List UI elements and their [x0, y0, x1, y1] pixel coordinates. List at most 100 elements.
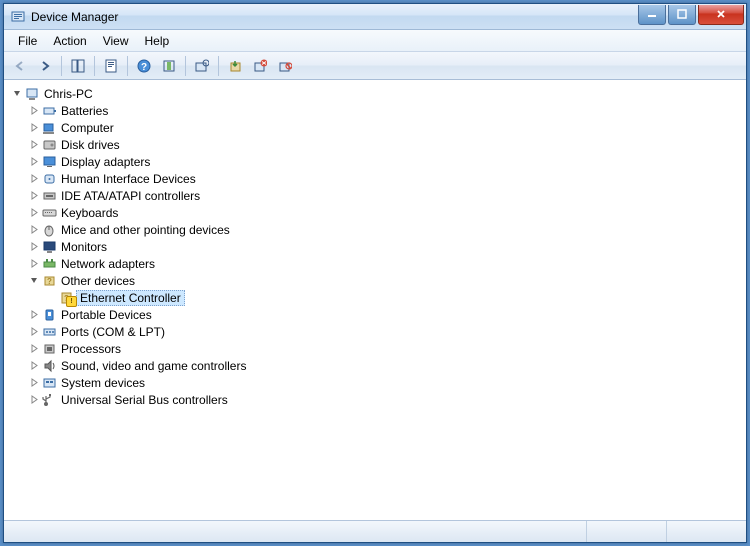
- hid-icon: [41, 171, 59, 187]
- port-icon: [41, 324, 59, 340]
- toolbar-separator: [127, 56, 128, 76]
- tree-root[interactable]: Chris-PC: [6, 85, 744, 102]
- svg-text:?: ?: [141, 62, 147, 73]
- properties-button[interactable]: [99, 54, 123, 78]
- expand-toggle[interactable]: [27, 225, 41, 234]
- network-icon: [41, 256, 59, 272]
- device-tree: Chris-PC Batteries ComputerDisk drives Disp…: [6, 85, 744, 408]
- tree-category[interactable]: Ports (COM & LPT): [6, 323, 744, 340]
- tree-item-label: Display adapters: [59, 155, 152, 169]
- app-icon: [10, 9, 26, 25]
- toolbar-separator: [185, 56, 186, 76]
- maximize-button[interactable]: [668, 5, 696, 25]
- tree-category[interactable]: Monitors: [6, 238, 744, 255]
- forward-button[interactable]: [33, 54, 57, 78]
- toolbar-separator: [94, 56, 95, 76]
- status-cell-2: [666, 521, 746, 542]
- ide-icon: [41, 188, 59, 204]
- usb-icon: [41, 392, 59, 408]
- tree-category[interactable]: Keyboards: [6, 204, 744, 221]
- toolbar-separator: [218, 56, 219, 76]
- tree-category[interactable]: Disk drives: [6, 136, 744, 153]
- expand-toggle[interactable]: [27, 361, 41, 370]
- show-hide-tree-button[interactable]: [66, 54, 90, 78]
- menubar: File Action View Help: [4, 30, 746, 52]
- status-cell-main: [4, 521, 586, 542]
- mouse-icon: [41, 222, 59, 238]
- expand-toggle[interactable]: [27, 106, 41, 115]
- tree-item-label: Processors: [59, 342, 123, 356]
- titlebar[interactable]: Device Manager: [4, 4, 746, 30]
- tree-item-label: IDE ATA/ATAPI controllers: [59, 189, 202, 203]
- tree-item-label: Portable Devices: [59, 308, 154, 322]
- tree-category[interactable]: Computer: [6, 119, 744, 136]
- scan-hardware-button[interactable]: [190, 54, 214, 78]
- display-icon: [41, 154, 59, 170]
- toolbar: ?: [4, 52, 746, 80]
- keyboard-icon: [41, 205, 59, 221]
- expand-toggle[interactable]: [27, 123, 41, 132]
- close-button[interactable]: [698, 5, 744, 25]
- tree-category[interactable]: Human Interface Devices: [6, 170, 744, 187]
- back-button[interactable]: [8, 54, 32, 78]
- disk-icon: [41, 137, 59, 153]
- computer-icon: [41, 120, 59, 136]
- battery-icon: [41, 103, 59, 119]
- expand-toggle[interactable]: [27, 276, 41, 285]
- expand-toggle[interactable]: [27, 327, 41, 336]
- menu-action[interactable]: Action: [45, 32, 94, 50]
- expand-toggle[interactable]: [27, 191, 41, 200]
- expand-toggle[interactable]: [27, 208, 41, 217]
- tree-item-label: Universal Serial Bus controllers: [59, 393, 230, 407]
- expand-toggle[interactable]: [27, 395, 41, 404]
- help-button[interactable]: ?: [132, 54, 156, 78]
- svg-text:?: ?: [64, 294, 69, 303]
- tree-category[interactable]: IDE ATA/ATAPI controllers: [6, 187, 744, 204]
- tree-category[interactable]: Batteries: [6, 102, 744, 119]
- expand-toggle[interactable]: [27, 242, 41, 251]
- update-driver-button[interactable]: [223, 54, 247, 78]
- tree-item-label: Network adapters: [59, 257, 157, 271]
- tree-item-label: Batteries: [59, 104, 110, 118]
- tree-content[interactable]: Chris-PC Batteries ComputerDisk drives Disp…: [4, 80, 746, 520]
- action-button[interactable]: [157, 54, 181, 78]
- expand-toggle[interactable]: [27, 174, 41, 183]
- menu-help[interactable]: Help: [137, 32, 178, 50]
- tree-device[interactable]: ?Ethernet Controller: [6, 289, 744, 306]
- tree-item-label: Monitors: [59, 240, 109, 254]
- tree-category[interactable]: Sound, video and game controllers: [6, 357, 744, 374]
- device-manager-window: Device Manager File Action View Help ? C…: [3, 3, 747, 543]
- status-cell-1: [586, 521, 666, 542]
- tree-category[interactable]: Network adapters: [6, 255, 744, 272]
- tree-item-label: Computer: [59, 121, 116, 135]
- system-icon: [41, 375, 59, 391]
- menu-view[interactable]: View: [95, 32, 137, 50]
- other-icon: ?: [41, 273, 59, 289]
- cpu-icon: [41, 341, 59, 357]
- tree-category[interactable]: System devices: [6, 374, 744, 391]
- minimize-button[interactable]: [638, 5, 666, 25]
- expand-toggle[interactable]: [27, 140, 41, 149]
- tree-category[interactable]: Portable Devices: [6, 306, 744, 323]
- statusbar: [4, 520, 746, 542]
- tree-category[interactable]: Display adapters: [6, 153, 744, 170]
- tree-category[interactable]: Universal Serial Bus controllers: [6, 391, 744, 408]
- tree-category[interactable]: Processors: [6, 340, 744, 357]
- tree-category[interactable]: Mice and other pointing devices: [6, 221, 744, 238]
- tree-category[interactable]: ?Other devices: [6, 272, 744, 289]
- tree-item-label: Sound, video and game controllers: [59, 359, 248, 373]
- expand-toggle[interactable]: [27, 378, 41, 387]
- expand-toggle[interactable]: [27, 157, 41, 166]
- uninstall-button[interactable]: [248, 54, 272, 78]
- expand-toggle[interactable]: [27, 344, 41, 353]
- tree-item-label: Ports (COM & LPT): [59, 325, 167, 339]
- tree-item-label: Human Interface Devices: [59, 172, 198, 186]
- expand-toggle[interactable]: [10, 89, 24, 98]
- tree-item-label: Other devices: [59, 274, 137, 288]
- expand-toggle[interactable]: [27, 310, 41, 319]
- disable-button[interactable]: [273, 54, 297, 78]
- portable-icon: [41, 307, 59, 323]
- pc-icon: [24, 86, 42, 102]
- expand-toggle[interactable]: [27, 259, 41, 268]
- menu-file[interactable]: File: [10, 32, 45, 50]
